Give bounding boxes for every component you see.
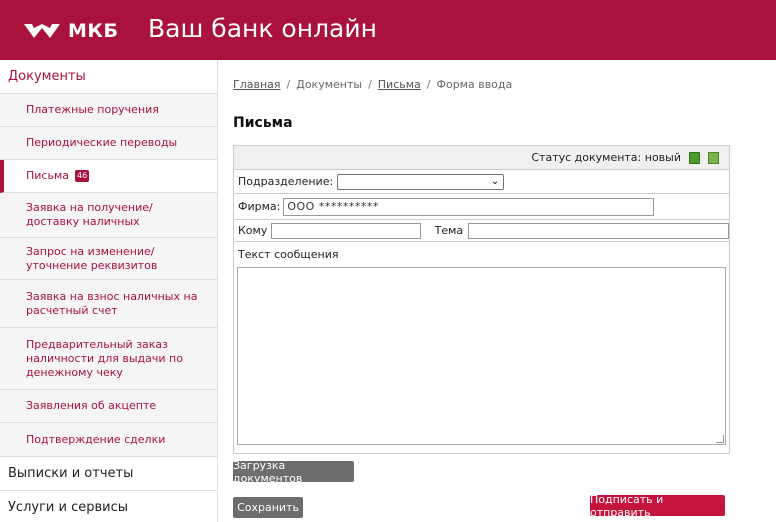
- sidebar-item-cash-deposit[interactable]: Заявка на взнос наличных на расчетный сч…: [0, 280, 217, 328]
- message-label: Текст сообщения: [238, 248, 339, 261]
- breadcrumb-current: Форма ввода: [436, 78, 513, 91]
- logo[interactable]: МКБ: [22, 16, 118, 46]
- to-label: Кому: [238, 224, 268, 237]
- sidebar-item-requisites-request[interactable]: Запрос на изменение/уточнение реквизитов: [0, 238, 217, 280]
- app-header: МКБ Ваш банк онлайн: [0, 0, 776, 60]
- app-title: Ваш банк онлайн: [148, 14, 377, 43]
- breadcrumb-letters-link[interactable]: Письма: [378, 78, 421, 91]
- chevron-down-icon: ⌄: [490, 175, 500, 187]
- sidebar-item-payment-orders[interactable]: Платежные поручения: [0, 94, 217, 127]
- to-input[interactable]: [271, 222, 421, 239]
- add-document-icon[interactable]: [708, 151, 719, 164]
- sidebar-item-deal-confirmation[interactable]: Подтверждение сделки: [0, 423, 217, 457]
- sidebar-item-label: Платежные поручения: [26, 103, 159, 116]
- sidebar-item-letters[interactable]: Письма 46: [0, 160, 217, 193]
- breadcrumb-documents[interactable]: Документы: [296, 78, 362, 91]
- sidebar-item-label: Заявка на получение/доставку наличных: [26, 201, 153, 228]
- status-row: Статус документа: новый: [234, 146, 729, 170]
- page-title: Письма: [233, 115, 293, 131]
- unread-count-badge: 46: [75, 170, 90, 182]
- document-status: Статус документа: новый: [531, 151, 681, 164]
- company-input[interactable]: ООО **********: [283, 197, 655, 216]
- company-input-value: ООО **********: [287, 200, 379, 213]
- logo-text: МКБ: [68, 20, 119, 42]
- sidebar-section-statements[interactable]: Выписки и отчеты: [0, 457, 217, 491]
- division-label: Подразделение:: [238, 175, 334, 188]
- letter-form: Статус документа: новый Подразделение: ⌄…: [233, 145, 730, 454]
- sidebar-item-label: Заявка на взнос наличных на расчетный сч…: [26, 289, 198, 317]
- message-textarea[interactable]: [237, 267, 726, 445]
- exit-door-icon[interactable]: [689, 151, 700, 164]
- sidebar-item-label: Письма: [26, 169, 69, 182]
- breadcrumb-separator: /: [368, 78, 372, 91]
- upload-documents-button[interactable]: Загрузка документов: [233, 459, 354, 485]
- company-label: Фирма:: [238, 200, 281, 213]
- sidebar-item-label: Предварительный заказ наличности для выд…: [26, 337, 183, 379]
- sidebar-section-documents[interactable]: Документы: [0, 60, 217, 94]
- sidebar-item-cash-preorder[interactable]: Предварительный заказ наличности для выд…: [0, 328, 217, 390]
- save-button[interactable]: Сохранить: [233, 497, 303, 518]
- sidebar-item-label: Заявления об акцепте: [26, 399, 157, 412]
- sidebar-item-label: Периодические переводы: [26, 136, 178, 149]
- sidebar-item-label: Запрос на изменение/уточнение реквизитов: [26, 244, 158, 272]
- division-select[interactable]: ⌄: [337, 173, 505, 190]
- sidebar-section-services[interactable]: Услуги и сервисы: [0, 491, 217, 522]
- recipient-subject-row: Кому Тема: [234, 220, 729, 242]
- subject-label: Тема: [434, 224, 464, 237]
- division-row: Подразделение: ⌄: [234, 170, 729, 194]
- sidebar-item-acceptance[interactable]: Заявления об акцепте: [0, 390, 217, 423]
- subject-input[interactable]: [468, 222, 729, 239]
- sidebar-item-cash-delivery[interactable]: Заявка на получение/доставку наличных: [0, 193, 217, 238]
- mkb-logo-icon: [24, 24, 60, 38]
- breadcrumb-home-link[interactable]: Главная: [233, 78, 281, 91]
- sign-and-send-button[interactable]: Подписать и отправить: [590, 493, 725, 519]
- sidebar: Документы Платежные поручения Периодичес…: [0, 60, 218, 522]
- breadcrumb: Главная / Документы / Письма / Форма ввода: [233, 78, 512, 91]
- breadcrumb-separator: /: [426, 78, 431, 91]
- breadcrumb-separator: /: [286, 78, 291, 91]
- sidebar-item-periodic-transfers[interactable]: Периодические переводы: [0, 127, 217, 160]
- company-row: Фирма: ООО **********: [234, 194, 729, 220]
- resize-handle-icon[interactable]: [716, 435, 724, 443]
- sidebar-item-label: Подтверждение сделки: [26, 432, 166, 446]
